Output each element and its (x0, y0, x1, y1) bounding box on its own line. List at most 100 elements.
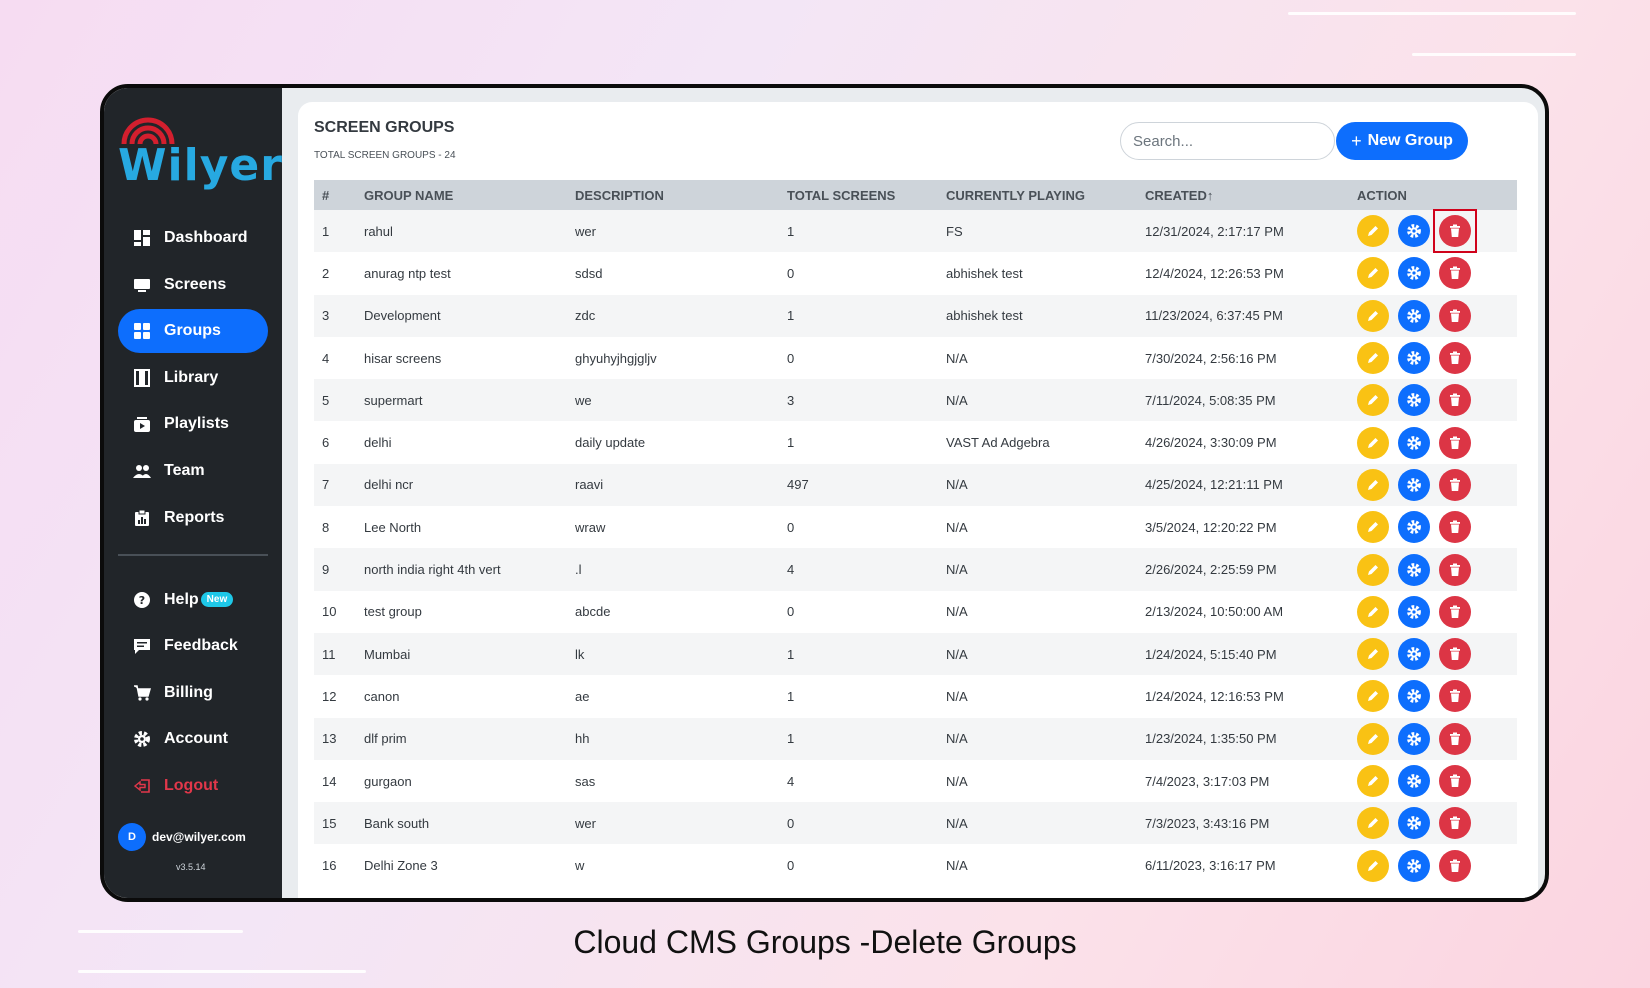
settings-button[interactable] (1398, 807, 1430, 840)
delete-button[interactable] (1439, 511, 1471, 544)
table-row[interactable]: 8 Lee North wraw 0 N/A 3/5/2024, 12:20:22 PM (314, 506, 1517, 548)
sidebar-item-help[interactable]: ? Help New (118, 578, 268, 622)
settings-button[interactable] (1398, 384, 1430, 417)
help-icon: ? (132, 590, 152, 610)
edit-button[interactable] (1357, 595, 1389, 628)
settings-button[interactable] (1398, 553, 1430, 586)
settings-button[interactable] (1398, 342, 1430, 375)
table-row[interactable]: 16 Delhi Zone 3 w 0 N/A 6/11/2023, 3:16:17 PM (314, 844, 1517, 886)
row-number: 13 (322, 731, 337, 747)
delete-button[interactable] (1439, 638, 1471, 671)
settings-button[interactable] (1398, 849, 1430, 882)
delete-button[interactable] (1439, 680, 1471, 713)
edit-button[interactable] (1357, 680, 1389, 713)
edit-button[interactable] (1357, 215, 1389, 248)
delete-button[interactable] (1439, 553, 1471, 586)
sidebar-item-reports[interactable]: Reports (118, 496, 268, 540)
pencil-icon (1365, 223, 1381, 239)
edit-button[interactable] (1357, 849, 1389, 882)
settings-button[interactable] (1398, 215, 1430, 248)
table-row[interactable]: 7 delhi ncr raavi 497 N/A 4/25/2024, 12:21:11… (314, 463, 1517, 507)
delete-button[interactable] (1439, 468, 1471, 501)
sidebar-item-logout[interactable]: Logout (118, 764, 268, 808)
delete-button[interactable] (1439, 807, 1471, 840)
sidebar-item-groups[interactable]: Groups (118, 309, 268, 354)
new-badge: New (200, 592, 234, 608)
edit-button[interactable] (1357, 511, 1389, 544)
table-row[interactable]: 12 canon ae 1 N/A 1/24/2024, 12:16:53 PM (314, 675, 1517, 717)
gear-icon (1405, 222, 1423, 240)
delete-button[interactable] (1439, 765, 1471, 797)
settings-button[interactable] (1398, 299, 1430, 332)
table-row[interactable]: 2 anurag ntp test sdsd 0 abhishek test 12/4/2… (314, 252, 1517, 294)
sidebar-item-billing[interactable]: Billing (118, 671, 268, 715)
table-row[interactable]: 13 dlf prim hh 1 N/A 1/23/2024, 1:35:50 PM (314, 717, 1517, 760)
settings-button[interactable] (1398, 722, 1430, 755)
sidebar-item-label: Groups (164, 322, 221, 340)
settings-button[interactable] (1398, 765, 1430, 797)
team-icon (132, 461, 152, 481)
edit-button[interactable] (1357, 468, 1389, 501)
delete-button[interactable] (1439, 342, 1471, 375)
sidebar-item-playlists[interactable]: Playlists (118, 402, 268, 446)
settings-button[interactable] (1398, 638, 1430, 671)
sidebar-item-screens[interactable]: Screens (118, 263, 268, 307)
column-header-currently-playing[interactable]: CURRENTLY PLAYING (946, 188, 1145, 203)
edit-button[interactable] (1357, 384, 1389, 417)
group-description: ae (575, 688, 590, 704)
table-row[interactable]: 3 Development zdc 1 abhishek test 11/23/2024,… (314, 294, 1517, 337)
table-row[interactable]: 5 supermart we 3 N/A 7/11/2024, 5:08:35 PM (314, 379, 1517, 422)
delete-button[interactable] (1439, 426, 1471, 459)
edit-button[interactable] (1357, 342, 1389, 375)
table-row[interactable]: 4 hisar screens ghyuhyjhgjgljv 0 N/A 7/30/202… (314, 337, 1517, 379)
settings-button[interactable] (1398, 468, 1430, 501)
search-input[interactable] (1120, 122, 1335, 160)
edit-button[interactable] (1357, 722, 1389, 755)
table-row[interactable]: 15 Bank south wer 0 N/A 7/3/2023, 3:43:16 PM (314, 802, 1517, 845)
row-number: 12 (322, 688, 337, 704)
column-header-group-name[interactable]: GROUP NAME (364, 188, 575, 203)
sidebar-item-team[interactable]: Team (118, 449, 268, 493)
table-row[interactable]: 1 rahul wer 1 FS 12/31/2024, 2:17:17 PM (314, 209, 1517, 254)
settings-button[interactable] (1398, 511, 1430, 544)
edit-button[interactable] (1357, 257, 1389, 290)
delete-button[interactable] (1439, 257, 1471, 290)
sidebar-item-dashboard[interactable]: Dashboard (118, 216, 268, 260)
created-date: 7/30/2024, 2:56:16 PM (1145, 350, 1277, 366)
settings-button[interactable] (1398, 595, 1430, 628)
edit-button[interactable] (1357, 807, 1389, 840)
trash-icon (1447, 773, 1463, 789)
table-row[interactable]: 11 Mumbai lk 1 N/A 1/24/2024, 5:15:40 PM (314, 632, 1517, 676)
delete-button[interactable] (1439, 384, 1471, 417)
table-row[interactable]: 6 delhi daily update 1 VAST Ad Adgebra 4/26/2… (314, 421, 1517, 463)
settings-button[interactable] (1398, 426, 1430, 459)
sidebar-item-feedback[interactable]: Feedback (118, 624, 268, 668)
delete-button[interactable] (1439, 722, 1471, 755)
user-profile[interactable]: D dev@wilyer.com (118, 823, 246, 851)
new-group-button[interactable]: + New Group (1336, 122, 1468, 160)
edit-button[interactable] (1357, 638, 1389, 671)
trash-icon (1447, 392, 1463, 408)
delete-button[interactable] (1439, 299, 1471, 332)
column-header-description[interactable]: DESCRIPTION (575, 188, 787, 203)
settings-button[interactable] (1398, 680, 1430, 713)
currently-playing: N/A (946, 350, 968, 366)
edit-button[interactable] (1357, 299, 1389, 332)
edit-button[interactable] (1357, 765, 1389, 797)
edit-button[interactable] (1357, 553, 1389, 586)
sidebar-item-library[interactable]: Library (118, 356, 268, 400)
column-header-created[interactable]: CREATED↑ (1145, 188, 1357, 203)
monitor-icon (132, 275, 152, 295)
delete-button[interactable] (1433, 209, 1477, 254)
table-row[interactable]: 14 gurgaon sas 4 N/A 7/4/2023, 3:17:03 PM (314, 760, 1517, 802)
table-row[interactable]: 10 test group abcde 0 N/A 2/13/2024, 10:50:00… (314, 591, 1517, 633)
gear-icon (1405, 518, 1423, 536)
column-header-total-screens[interactable]: TOTAL SCREENS (787, 188, 946, 203)
delete-button[interactable] (1439, 849, 1471, 882)
trash-icon (1447, 858, 1463, 874)
edit-button[interactable] (1357, 426, 1389, 459)
delete-button[interactable] (1439, 595, 1471, 628)
table-row[interactable]: 9 north india right 4th vert .l 4 N/A 2/26/20… (314, 548, 1517, 591)
settings-button[interactable] (1398, 257, 1430, 290)
sidebar-item-account[interactable]: Account (118, 717, 268, 761)
